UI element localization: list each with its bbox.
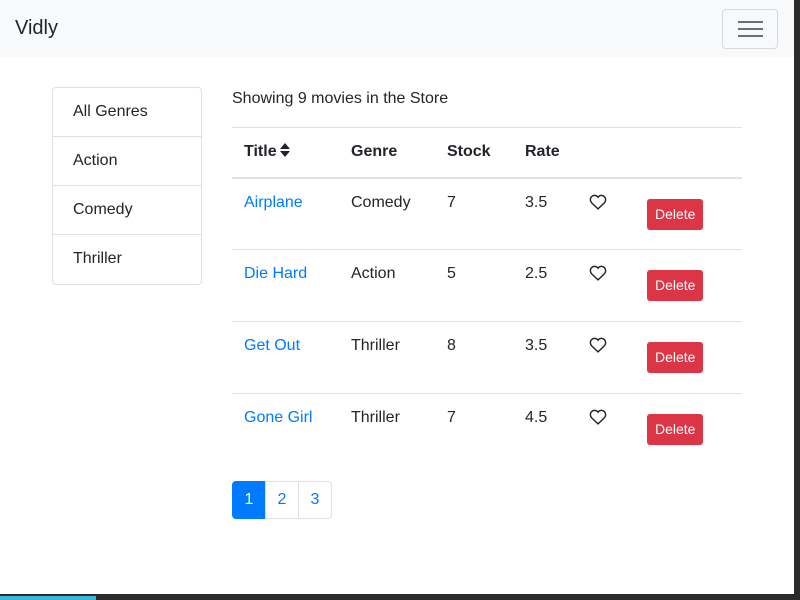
- table-row: Get Out Thriller 8 3.5 Delete: [232, 322, 742, 394]
- column-header-delete: [635, 128, 742, 178]
- table-row: Die Hard Action 5 2.5 Delete: [232, 250, 742, 322]
- movie-title-link[interactable]: Get Out: [244, 337, 300, 354]
- movie-genre: Thriller: [351, 337, 400, 354]
- movie-genre: Comedy: [351, 193, 411, 211]
- delete-button[interactable]: Delete: [647, 342, 704, 373]
- desktop-background-right: [794, 0, 800, 600]
- genre-item-all[interactable]: All Genres: [53, 88, 201, 137]
- column-header-stock[interactable]: Stock: [435, 128, 513, 178]
- movie-rate: 3.5: [525, 337, 548, 354]
- page-link-3[interactable]: 3: [298, 481, 332, 519]
- genre-item-thriller[interactable]: Thriller: [53, 235, 201, 284]
- movie-title-link[interactable]: Die Hard: [244, 265, 307, 282]
- page-link-1[interactable]: 1: [232, 481, 266, 519]
- navbar-toggle-button[interactable]: [722, 9, 778, 49]
- column-header-genre[interactable]: Genre: [339, 128, 435, 178]
- heart-icon[interactable]: [589, 337, 607, 353]
- browser-viewport: Vidly All Genres Action Comedy Thriller …: [0, 0, 794, 594]
- brand-link[interactable]: Vidly: [15, 16, 58, 40]
- table-header-row: Title Genre Stock Rate: [232, 127, 742, 178]
- heart-icon[interactable]: [589, 194, 607, 210]
- movie-title-link[interactable]: Airplane: [244, 194, 303, 211]
- movie-stock: 8: [447, 337, 456, 354]
- column-header-rate[interactable]: Rate: [513, 128, 575, 178]
- movie-stock: 7: [447, 409, 456, 426]
- column-header-like: [575, 128, 635, 178]
- table-row: Gone Girl Thriller 7 4.5 Delete: [232, 394, 742, 466]
- genre-item-action[interactable]: Action: [53, 137, 201, 186]
- movie-rate: 3.5: [525, 193, 548, 211]
- movie-genre: Thriller: [351, 409, 400, 426]
- movie-stock: 7: [447, 193, 456, 211]
- page-link-2[interactable]: 2: [265, 481, 299, 519]
- delete-button[interactable]: Delete: [647, 414, 704, 445]
- navbar: Vidly: [0, 0, 794, 57]
- desktop-taskbar: [0, 594, 800, 600]
- movie-rate: 2.5: [525, 265, 548, 282]
- movie-rate: 4.5: [525, 409, 548, 426]
- genre-item-comedy[interactable]: Comedy: [53, 186, 201, 235]
- delete-button[interactable]: Delete: [647, 270, 704, 301]
- sort-icon: [279, 143, 290, 157]
- movie-title-link[interactable]: Gone Girl: [244, 409, 312, 426]
- pagination: 1 2 3: [232, 481, 332, 519]
- movies-table: Title Genre Stock Rate Airplane Comedy 7…: [232, 127, 742, 466]
- heart-icon[interactable]: [589, 265, 607, 281]
- movie-stock: 5: [447, 265, 456, 282]
- heart-icon[interactable]: [589, 409, 607, 425]
- table-row: Airplane Comedy 7 3.5 Delete: [232, 178, 742, 250]
- genre-list: All Genres Action Comedy Thriller: [52, 87, 202, 285]
- delete-button[interactable]: Delete: [647, 198, 704, 230]
- movie-count-summary: Showing 9 movies in the Store: [232, 90, 449, 107]
- movie-genre: Action: [351, 265, 396, 282]
- column-header-title[interactable]: Title: [232, 128, 339, 178]
